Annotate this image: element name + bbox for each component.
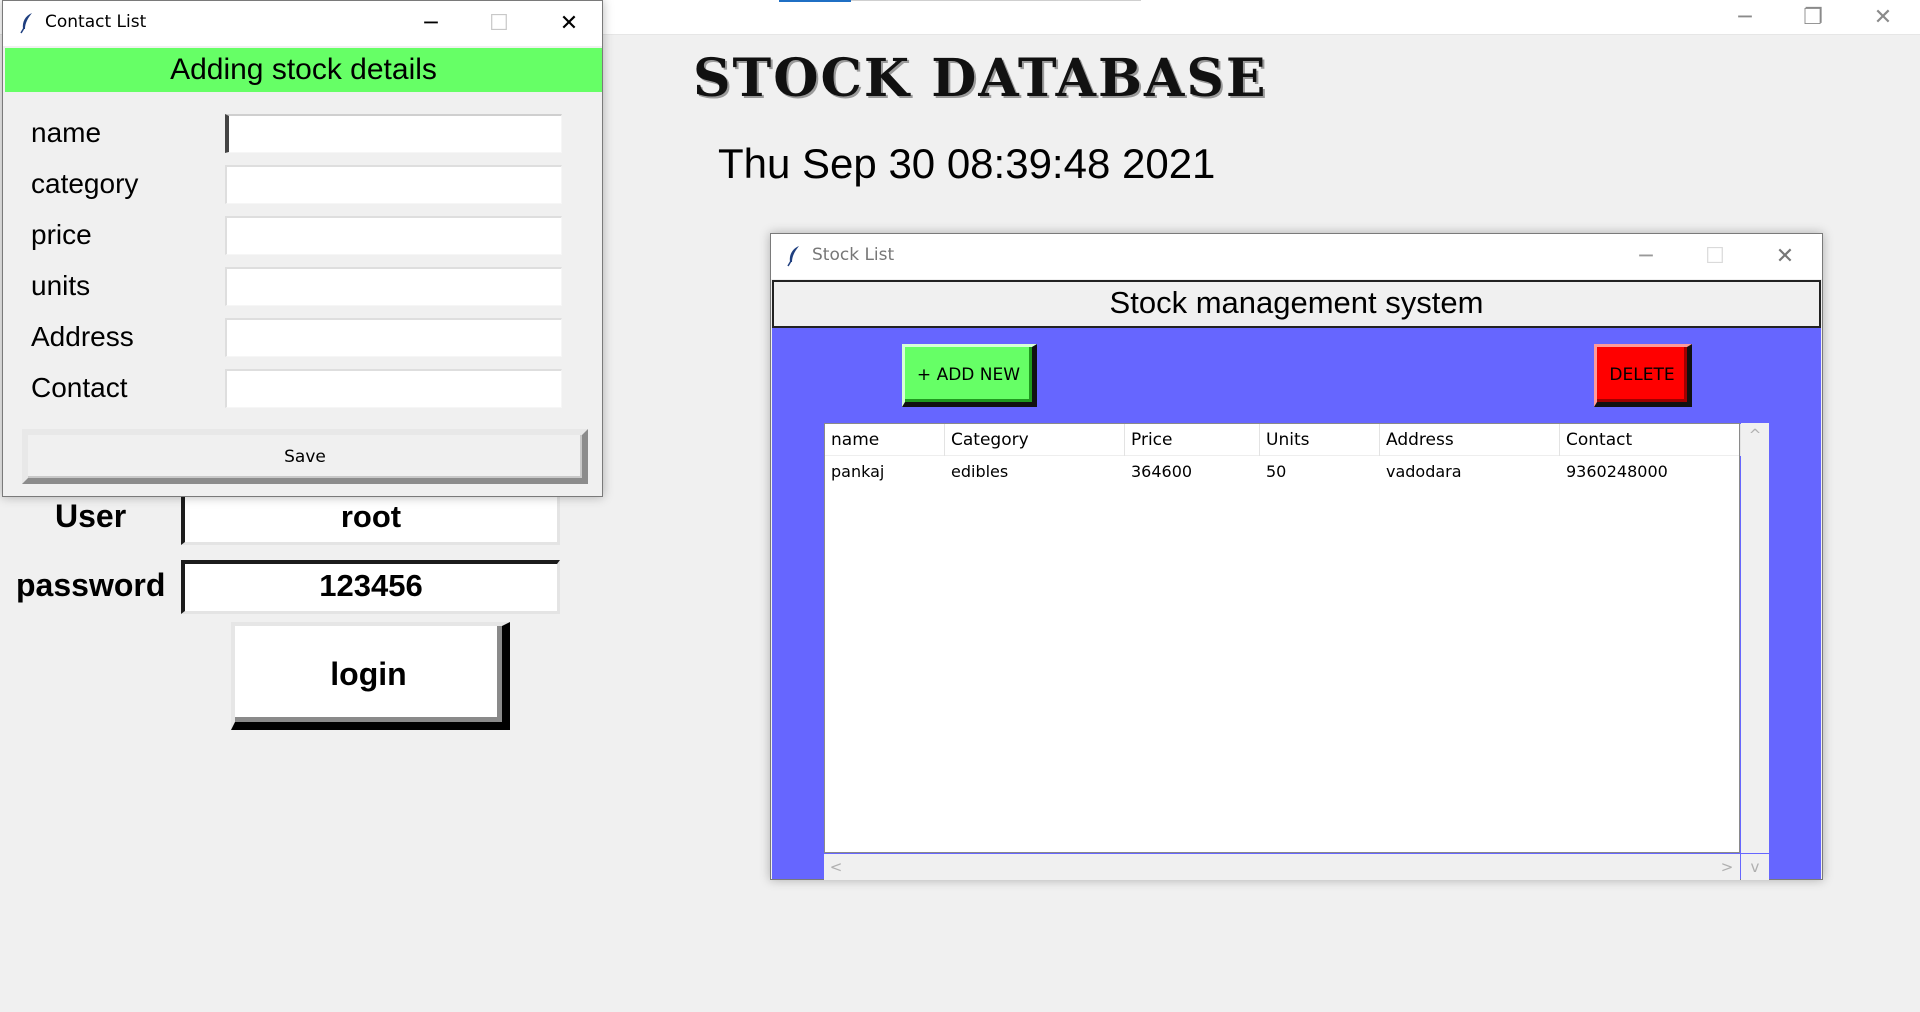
contact-label: Contact (31, 372, 128, 403)
password-label: password (16, 567, 166, 603)
table-cell: 9360248000 (1566, 462, 1668, 481)
save-button[interactable]: Save (22, 429, 588, 484)
column-header-address[interactable]: Address (1380, 424, 1560, 456)
table-cell: 364600 (1131, 462, 1193, 481)
user-field[interactable]: root (181, 491, 560, 545)
stock-minimize-button[interactable]: ─ (1616, 234, 1676, 279)
contact-list-window: Contact List ─ ☐ ✕ Adding stock details … (2, 0, 603, 497)
table-cell: edibles (951, 462, 1009, 481)
feather-icon (20, 13, 32, 34)
table-cell: 50 (1266, 462, 1287, 481)
user-label: User (55, 498, 127, 534)
category-input[interactable] (225, 165, 562, 204)
contact-close-button[interactable]: ✕ (539, 1, 599, 46)
login-button[interactable]: login (231, 622, 510, 730)
window-title: Contact List (45, 12, 147, 32)
password-field[interactable]: 123456 (181, 560, 560, 614)
horizontal-scrollbar[interactable]: < > (824, 854, 1740, 880)
main-minimize-button[interactable]: ─ (1710, 0, 1780, 35)
name-input[interactable] (225, 114, 562, 153)
contact-list-titlebar: Contact List ─ ☐ ✕ (3, 1, 602, 46)
table-cell: vadodara (1386, 462, 1462, 481)
close-icon: ✕ (1873, 5, 1893, 30)
column-header-category[interactable]: Category (945, 424, 1125, 456)
taskbar-tab-line (851, 0, 1141, 1)
units-label: units (31, 270, 91, 301)
scroll-corner: v (1741, 854, 1769, 880)
close-icon: ✕ (559, 11, 579, 36)
stock-header: Stock management system (772, 280, 1821, 328)
scroll-down-icon[interactable]: v (1745, 857, 1765, 877)
table-row[interactable]: pankaj edibles 364600 50 vadodara 936024… (825, 456, 1739, 488)
page-title: STOCK DATABASE (693, 48, 1268, 109)
minimize-icon: ─ (1639, 244, 1653, 269)
main-restore-button[interactable]: ❐ (1778, 0, 1848, 35)
column-header-contact[interactable]: Contact (1560, 424, 1741, 456)
maximize-icon: ☐ (489, 11, 509, 36)
table-cell: pankaj (831, 462, 885, 481)
address-input[interactable] (225, 318, 562, 357)
contact-maximize-button[interactable]: ☐ (469, 1, 529, 46)
contact-input[interactable] (225, 369, 562, 408)
price-input[interactable] (225, 216, 562, 255)
delete-button[interactable]: DELETE (1594, 344, 1692, 407)
name-label: name (31, 117, 102, 148)
stock-close-button[interactable]: ✕ (1755, 234, 1815, 279)
contact-minimize-button[interactable]: ─ (401, 1, 461, 46)
close-icon: ✕ (1775, 244, 1795, 269)
main-close-button[interactable]: ✕ (1848, 0, 1918, 35)
units-input[interactable] (225, 267, 562, 306)
stock-table[interactable]: name Category Price Units Address Contac… (824, 423, 1741, 853)
taskbar-tab-highlight (779, 0, 851, 2)
address-label: Address (31, 321, 134, 352)
clock-label: Thu Sep 30 08:39:48 2021 (718, 140, 1216, 187)
column-header-price[interactable]: Price (1125, 424, 1260, 456)
maximize-icon: ☐ (1705, 244, 1725, 269)
column-header-name[interactable]: name (825, 424, 945, 456)
add-new-button[interactable]: + ADD NEW (902, 344, 1037, 407)
stock-list-titlebar: Stock List ─ ☐ ✕ (771, 234, 1822, 279)
table-header: name Category Price Units Address Contac… (825, 424, 1741, 456)
feather-icon (787, 246, 799, 267)
stock-list-window: Stock List ─ ☐ ✕ Stock management system… (770, 233, 1823, 880)
minimize-icon: ─ (424, 11, 438, 36)
scroll-right-icon[interactable]: > (1717, 857, 1737, 877)
stock-maximize-button[interactable]: ☐ (1685, 234, 1745, 279)
price-label: price (31, 219, 92, 250)
dialog-header: Adding stock details (5, 48, 602, 92)
column-header-units[interactable]: Units (1260, 424, 1380, 456)
window-title: Stock List (812, 245, 895, 265)
vertical-scrollbar[interactable]: ^ (1741, 423, 1769, 853)
scroll-up-icon[interactable]: ^ (1745, 425, 1765, 445)
scroll-left-icon[interactable]: < (826, 857, 846, 877)
restore-icon: ❐ (1803, 5, 1823, 30)
minimize-icon: ─ (1738, 5, 1752, 30)
category-label: category (31, 168, 139, 199)
